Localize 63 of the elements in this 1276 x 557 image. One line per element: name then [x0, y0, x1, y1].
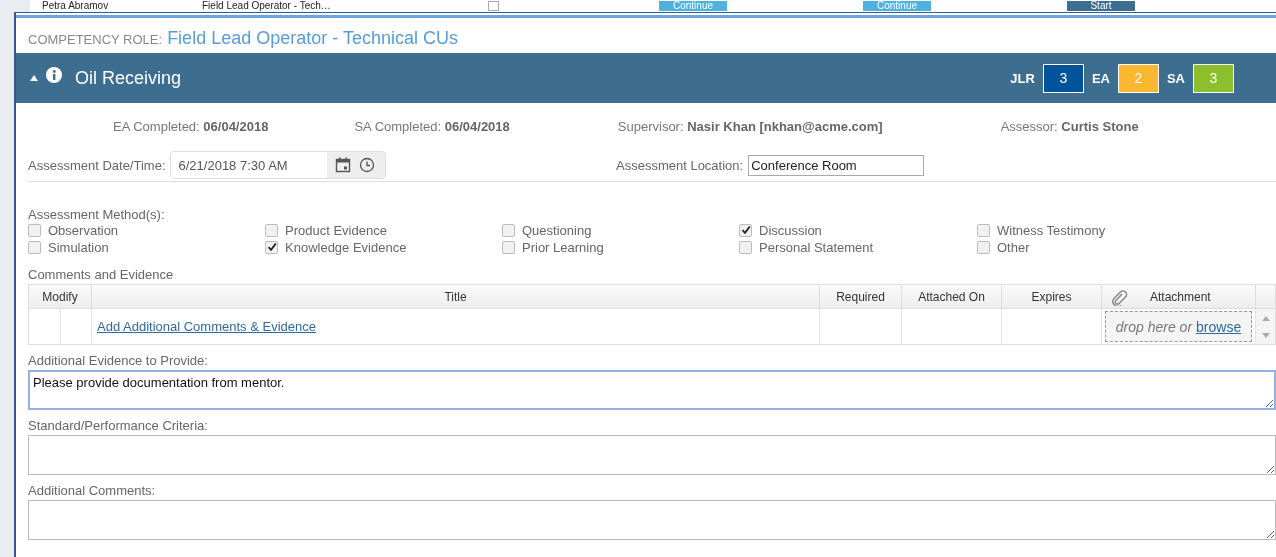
location-label: Assessment Location:: [616, 157, 744, 173]
checkbox[interactable]: [265, 223, 278, 237]
info-field: Supervisor: Nasir Khan [nkhan@acme.com]: [617, 118, 883, 134]
text-area[interactable]: [28, 435, 1276, 475]
text-area-label: Additional Evidence to Provide:: [28, 353, 209, 368]
checkbox[interactable]: [977, 240, 990, 254]
checkbox[interactable]: [739, 240, 752, 254]
info-field: SA Completed: 06/04/2018: [354, 118, 510, 134]
score-label: SA: [1166, 70, 1185, 86]
info-icon[interactable]: [46, 67, 62, 83]
checkbox[interactable]: [977, 223, 990, 237]
column-header: Title: [92, 285, 820, 308]
checkbox[interactable]: [28, 240, 41, 254]
checkbox-label: Other: [997, 239, 1030, 255]
info-field: EA Completed: 06/04/2018: [113, 118, 269, 134]
score-badge: 3: [1193, 63, 1234, 93]
column-title: Attachment: [1150, 289, 1211, 304]
checkbox-label: Personal Statement: [759, 239, 874, 255]
browse-link[interactable]: browse: [1196, 318, 1242, 335]
checkbox[interactable]: [28, 223, 41, 237]
score-label: JLR: [1010, 70, 1035, 86]
checkbox[interactable]: [739, 223, 752, 237]
checkbox[interactable]: [502, 240, 515, 254]
checkbox[interactable]: [502, 223, 515, 237]
checkbox-label: Product Evidence: [285, 222, 387, 238]
checkbox-label: Discussion: [759, 222, 822, 238]
date-time-label: Assessment Date/Time:: [28, 157, 166, 173]
drop-text: drop here or: [1115, 318, 1193, 335]
score-badge: 3: [1042, 63, 1084, 93]
clock-icon[interactable]: [358, 157, 375, 173]
column-header: Attached On: [902, 285, 1002, 308]
table-label: Comments and Evidence: [28, 267, 175, 282]
score-badge: 2: [1117, 63, 1159, 93]
add-comments-link[interactable]: Add Additional Comments & Evidence: [97, 319, 316, 334]
text-area-label: Standard/Performance Criteria:: [28, 418, 209, 433]
collapse-icon[interactable]: [30, 75, 38, 81]
paperclip-icon: [1110, 287, 1128, 306]
date-time-field[interactable]: 6/21/2018 7:30 AM: [169, 151, 386, 179]
checkbox-label: Questioning: [522, 222, 592, 238]
text-area[interactable]: [28, 500, 1276, 540]
methods-label: Assessment Method(s):: [28, 207, 166, 222]
drop-zone[interactable]: drop here or browse: [1105, 311, 1252, 342]
role-value: Field Lead Operator - Technical CUs: [167, 28, 458, 49]
background-button[interactable]: Start: [1067, 1, 1135, 11]
role-label: COMPETENCY ROLE:: [28, 32, 163, 47]
background-name: Petra Abramov: [41, 1, 110, 11]
checkbox-label: Simulation: [48, 239, 109, 255]
section-title: Oil Receiving: [75, 67, 182, 89]
column-header: Modify: [29, 285, 92, 308]
score-label: EA: [1091, 70, 1110, 86]
checkbox-label: Prior Learning: [522, 239, 604, 255]
text-area[interactable]: Please provide documentation from mentor.: [28, 370, 1276, 410]
column-header: Expires: [1002, 285, 1102, 308]
column-header: Required: [820, 285, 902, 308]
info-field: Assessor: Curtis Stone: [1000, 118, 1139, 134]
calendar-icon[interactable]: [334, 157, 351, 173]
checkbox-label: Observation: [48, 222, 119, 238]
checkbox-label: Knowledge Evidence: [285, 239, 407, 255]
location-field[interactable]: Conference Room: [748, 154, 925, 176]
text-area-label: Additional Comments:: [28, 483, 157, 498]
background-role: Field Lead Operator - Tech…: [202, 1, 332, 11]
checkbox-label: Witness Testimony: [997, 222, 1106, 238]
checkbox[interactable]: [265, 240, 278, 254]
